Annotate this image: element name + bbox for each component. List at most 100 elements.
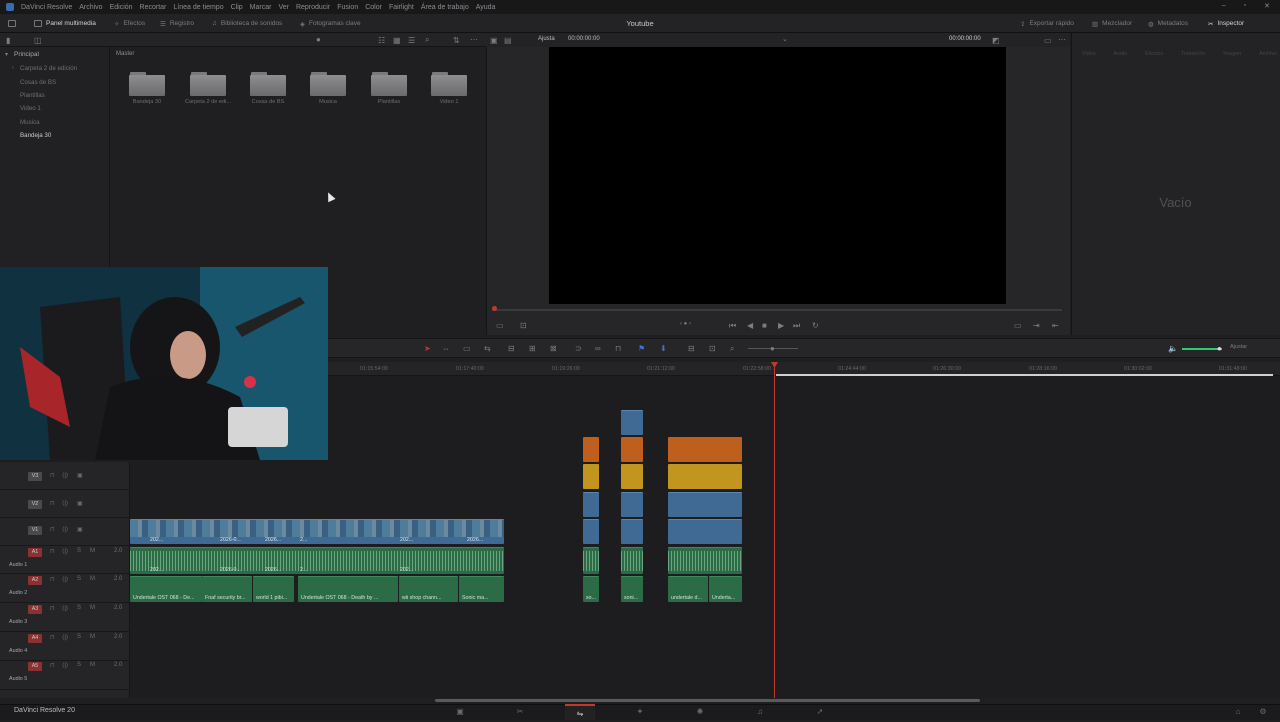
zoom-full-icon[interactable]: ⊟ (688, 344, 695, 353)
lock-icon[interactable]: ⊓ (50, 662, 55, 669)
video-clip[interactable] (621, 437, 643, 462)
menu-app[interactable]: DaVinci Resolve (21, 4, 72, 11)
video-clip[interactable] (621, 410, 643, 435)
menu-area-de-trabajo[interactable]: Área de trabajo (421, 4, 469, 11)
audio-clip[interactable]: Undertale OST 068 - Death by ... (298, 576, 398, 602)
solo-button[interactable]: S (77, 576, 81, 582)
audio-clip[interactable]: soni... (621, 576, 643, 602)
more-options-icon[interactable]: ⋯ (1058, 35, 1066, 44)
audio-clip[interactable]: Undertale OST 068 - De... (130, 576, 202, 602)
trim-tool-icon[interactable]: ⇔ (442, 344, 450, 353)
audio-clip[interactable]: wii shop chann... (399, 576, 458, 602)
tab-imagen[interactable]: Imagen (1223, 51, 1241, 57)
insert-icon[interactable]: ⊟ (508, 344, 515, 353)
audio-clip[interactable]: Underta... (709, 576, 742, 602)
folder-icon[interactable] (190, 72, 226, 96)
audio-clip[interactable] (583, 547, 599, 574)
folder-icon[interactable] (310, 72, 346, 96)
auto-select-icon[interactable]: ⟨|⟩ (62, 605, 68, 612)
track-visibility-icon[interactable]: ▣ (77, 526, 83, 533)
auto-select-icon[interactable]: ⟨|⟩ (62, 662, 68, 669)
flag-icon[interactable]: ⚑ (638, 344, 645, 353)
auto-select-icon[interactable]: ⟨|⟩ (62, 526, 68, 533)
menu-fairlight[interactable]: Fairlight (389, 4, 414, 11)
menu-ver[interactable]: Ver (278, 4, 289, 11)
chevron-down-icon[interactable]: ▾ (5, 51, 8, 58)
audio-clip[interactable]: undertale d... (668, 576, 708, 602)
fullscreen-icon[interactable]: ▭ (1044, 36, 1052, 45)
sidebar-item-bandeja-30[interactable]: Bandeja 30 (20, 132, 51, 139)
monitor-icon[interactable]: ▭ (496, 321, 504, 330)
audio-clip[interactable] (621, 547, 643, 574)
chevron-right-icon[interactable]: › (12, 65, 14, 71)
settings-icon[interactable]: ⚙ (1248, 704, 1278, 720)
log-button[interactable]: ☰ Registro (160, 14, 194, 33)
folder-icon[interactable] (431, 72, 467, 96)
jog-icon[interactable]: ‹ ● › (680, 321, 691, 327)
thumbnail-view-icon[interactable]: ▦ (393, 36, 401, 45)
auto-select-icon[interactable]: ⟨|⟩ (62, 500, 68, 507)
menu-clip[interactable]: Clip (231, 4, 243, 11)
overlay-icon[interactable]: ◩ (992, 36, 1000, 45)
crop-icon[interactable]: ⊡ (520, 321, 527, 330)
viewer-canvas[interactable] (549, 47, 1006, 304)
lock-icon[interactable]: ⊓ (50, 526, 55, 533)
viewer-mode-icon[interactable]: ▤ (504, 36, 512, 45)
track-visibility-icon[interactable]: ▣ (77, 472, 83, 479)
mute-button[interactable]: M (90, 634, 95, 640)
track-visibility-icon[interactable]: ▣ (77, 500, 83, 507)
sidebar-item-cosas-de-bs[interactable]: Cosas de BS (20, 79, 56, 86)
sidebar-item-plantillas[interactable]: Plantillas (20, 92, 45, 99)
lock-icon[interactable]: ⊓ (50, 500, 55, 507)
timeline-zoom-handle[interactable]: ● (770, 344, 775, 353)
match-frame-icon[interactable]: ▭ (1014, 321, 1022, 330)
marker-icon[interactable]: ⬇ (660, 344, 667, 353)
mute-button[interactable]: M (90, 605, 95, 611)
tab-efectos[interactable]: Efectos (1145, 51, 1163, 57)
video-clip[interactable] (668, 437, 742, 462)
video-clip[interactable] (621, 464, 643, 489)
list-view-icon[interactable]: ☰ (408, 36, 415, 45)
next-clip-icon[interactable]: ⇥ (1033, 321, 1040, 330)
auto-select-icon[interactable]: ⟨|⟩ (62, 472, 68, 479)
mixer-button[interactable]: ▥ Mezclador (1092, 14, 1132, 33)
tab-audio[interactable]: Audio (1113, 51, 1127, 57)
dynamic-trim-icon[interactable]: ⇆ (484, 344, 491, 353)
zoom-slider-handle[interactable]: ● (316, 35, 321, 44)
scrub-playhead[interactable] (492, 306, 497, 311)
mute-snap-label[interactable]: Ajustar (1230, 344, 1247, 350)
in-out-range[interactable] (776, 374, 1273, 376)
sound-library-button[interactable]: ♫ Biblioteca de sonidos (212, 14, 282, 33)
mute-button[interactable]: M (90, 576, 95, 582)
lock-icon[interactable]: ⊓ (50, 548, 55, 555)
blade-tool-icon[interactable]: ▭ (463, 344, 471, 353)
effects-button[interactable]: ✧ Efectos (114, 14, 145, 33)
loop-icon[interactable]: ↻ (812, 321, 819, 330)
metadata-button[interactable]: ◍ Metadatos (1148, 14, 1188, 33)
auto-select-icon[interactable]: ⟨|⟩ (62, 634, 68, 641)
solo-button[interactable]: S (77, 548, 81, 554)
overwrite-icon[interactable]: ⊞ (529, 344, 536, 353)
menu-reproducir[interactable]: Reproducir (296, 4, 330, 11)
video-clip[interactable] (583, 492, 599, 517)
layout-toggle-icon[interactable] (8, 14, 16, 33)
auto-select-icon[interactable]: ⟨|⟩ (62, 576, 68, 583)
audio-clip[interactable]: so... (583, 576, 599, 602)
search-icon[interactable]: ⌕ (425, 35, 429, 45)
media-page-icon[interactable]: ▣ (445, 704, 475, 720)
video-clip[interactable] (621, 492, 643, 517)
video-clip[interactable] (621, 519, 643, 544)
metadata-view-icon[interactable]: ☷ (378, 36, 385, 45)
keyframes-button[interactable]: ◈ Fotogramas clave (300, 14, 361, 33)
video-clip[interactable] (668, 519, 742, 544)
video-clip[interactable] (668, 464, 742, 489)
folder-icon[interactable] (129, 72, 165, 96)
video-clip[interactable] (668, 492, 742, 517)
replace-icon[interactable]: ⊠ (550, 344, 557, 353)
sort-icon[interactable]: ⇅ (453, 36, 460, 45)
selection-tool-icon[interactable]: ➤ (424, 344, 431, 353)
snapping-icon[interactable]: ⊃ (575, 344, 582, 353)
more-options-icon[interactable]: ⋯ (470, 35, 478, 44)
menu-recortar[interactable]: Recortar (140, 4, 167, 11)
mute-button[interactable]: M (90, 662, 95, 668)
